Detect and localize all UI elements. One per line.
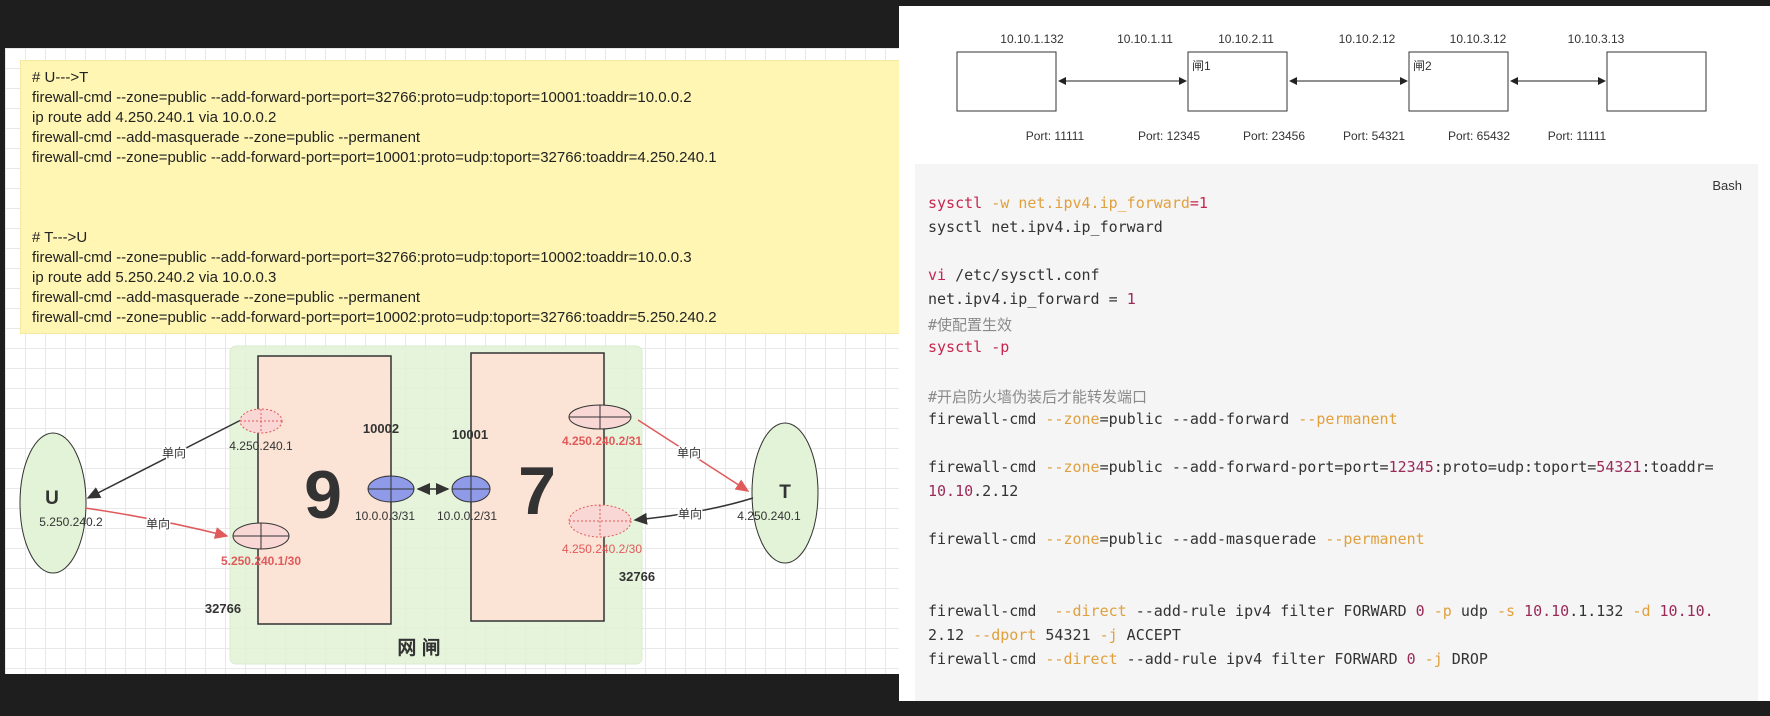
code-line: firewall-cmd --direct --add-rule ipv4 fi… bbox=[928, 650, 1488, 668]
code-line: firewall-cmd --zone=public --add-forward… bbox=[928, 458, 1714, 476]
node-u-ip: 5.250.240.2 bbox=[39, 515, 103, 529]
ip-7-left: 10.0.0.2/31 bbox=[437, 509, 497, 523]
ip-9-top: 4.250.240.1 bbox=[229, 439, 293, 453]
port-32766: 32766 bbox=[619, 569, 655, 584]
port-label: Port: 54321 bbox=[1343, 129, 1405, 143]
code-line: vi /etc/sysctl.conf bbox=[928, 266, 1100, 284]
target-box[interactable] bbox=[1606, 51, 1707, 112]
oneway-label: 单向 bbox=[677, 445, 701, 460]
ip-9-bottom: 5.250.240.1/30 bbox=[221, 554, 301, 568]
code-language-label: Bash bbox=[1712, 178, 1742, 193]
code-line: net.ipv4.ip_forward = 1 bbox=[928, 290, 1136, 308]
gate1-label: 闸1 bbox=[1192, 59, 1211, 73]
node-u-label: U bbox=[45, 488, 59, 509]
code-line: firewall-cmd --zone=public --add-masquer… bbox=[928, 530, 1425, 548]
ip-7-top: 4.250.240.2/31 bbox=[562, 434, 642, 448]
port-label: Port: 65432 bbox=[1448, 129, 1510, 143]
topology-diagram: 闸1 闸2 10.10.1.132 10.10.1.11 10.10.2.11 … bbox=[956, 32, 1707, 143]
code-block[interactable]: Bash sysctl -w net.ipv4.ip_forward=1 sys… bbox=[915, 164, 1758, 701]
code-line: 10.10.2.12 bbox=[928, 482, 1019, 500]
port-32766: 32766 bbox=[205, 601, 241, 616]
gate2-label: 闸2 bbox=[1413, 59, 1432, 73]
code-line: 2.12 --dport 54321 -j ACCEPT bbox=[928, 626, 1181, 644]
port-label: Port: 12345 bbox=[1138, 129, 1200, 143]
code-line: firewall-cmd --zone=public --add-forward… bbox=[928, 410, 1398, 428]
code-line: sysctl net.ipv4.ip_forward bbox=[928, 218, 1163, 236]
oneway-label: 单向 bbox=[162, 445, 186, 460]
code-line: sysctl -p bbox=[928, 338, 1010, 356]
host-box[interactable] bbox=[956, 51, 1057, 112]
box-7-label: 7 bbox=[518, 453, 556, 529]
code-comment: #开启防火墙伪装后才能转发端口 bbox=[928, 388, 1148, 406]
code-comment: #使配置生效 bbox=[928, 316, 1013, 334]
box-9-label: 9 bbox=[304, 457, 342, 533]
ip-label: 10.10.1.132 bbox=[1000, 32, 1064, 46]
code-line: sysctl -w net.ipv4.ip_forward=1 bbox=[928, 194, 1208, 212]
ip-9-right: 10.0.0.3/31 bbox=[355, 509, 415, 523]
ip-label: 10.10.2.12 bbox=[1339, 32, 1396, 46]
port-label: Port: 11111 bbox=[1548, 129, 1607, 143]
gateway-label: 网 闸 bbox=[397, 637, 440, 659]
code-line: firewall-cmd --direct --add-rule ipv4 fi… bbox=[928, 602, 1714, 620]
oneway-label: 单向 bbox=[678, 506, 702, 521]
ip-label: 10.10.2.11 bbox=[1218, 32, 1274, 46]
diagram-canvas[interactable]: # U--->T firewall-cmd --zone=public --ad… bbox=[5, 48, 899, 674]
port-10001: 10001 bbox=[452, 427, 488, 442]
ip-label: 10.10.1.11 bbox=[1117, 32, 1173, 46]
port-label: Port: 23456 bbox=[1243, 129, 1305, 143]
port-label: Port: 11111 bbox=[1026, 129, 1085, 143]
ip-label: 10.10.3.12 bbox=[1450, 32, 1507, 46]
port-10002: 10002 bbox=[363, 421, 399, 436]
ip-label: 10.10.3.13 bbox=[1568, 32, 1625, 46]
document-panel[interactable]: 闸1 闸2 10.10.1.132 10.10.1.11 10.10.2.11 … bbox=[899, 6, 1770, 701]
node-t-ip: 4.250.240.1 bbox=[737, 509, 801, 523]
ip-7-bottom: 4.250.240.2/30 bbox=[562, 542, 642, 556]
network-diagram: 网 闸 9 7 U 5.250.240.2 T 4.250.240.1 单向 单… bbox=[19, 345, 819, 665]
node-t-label: T bbox=[779, 482, 791, 503]
oneway-label: 单向 bbox=[146, 516, 170, 531]
